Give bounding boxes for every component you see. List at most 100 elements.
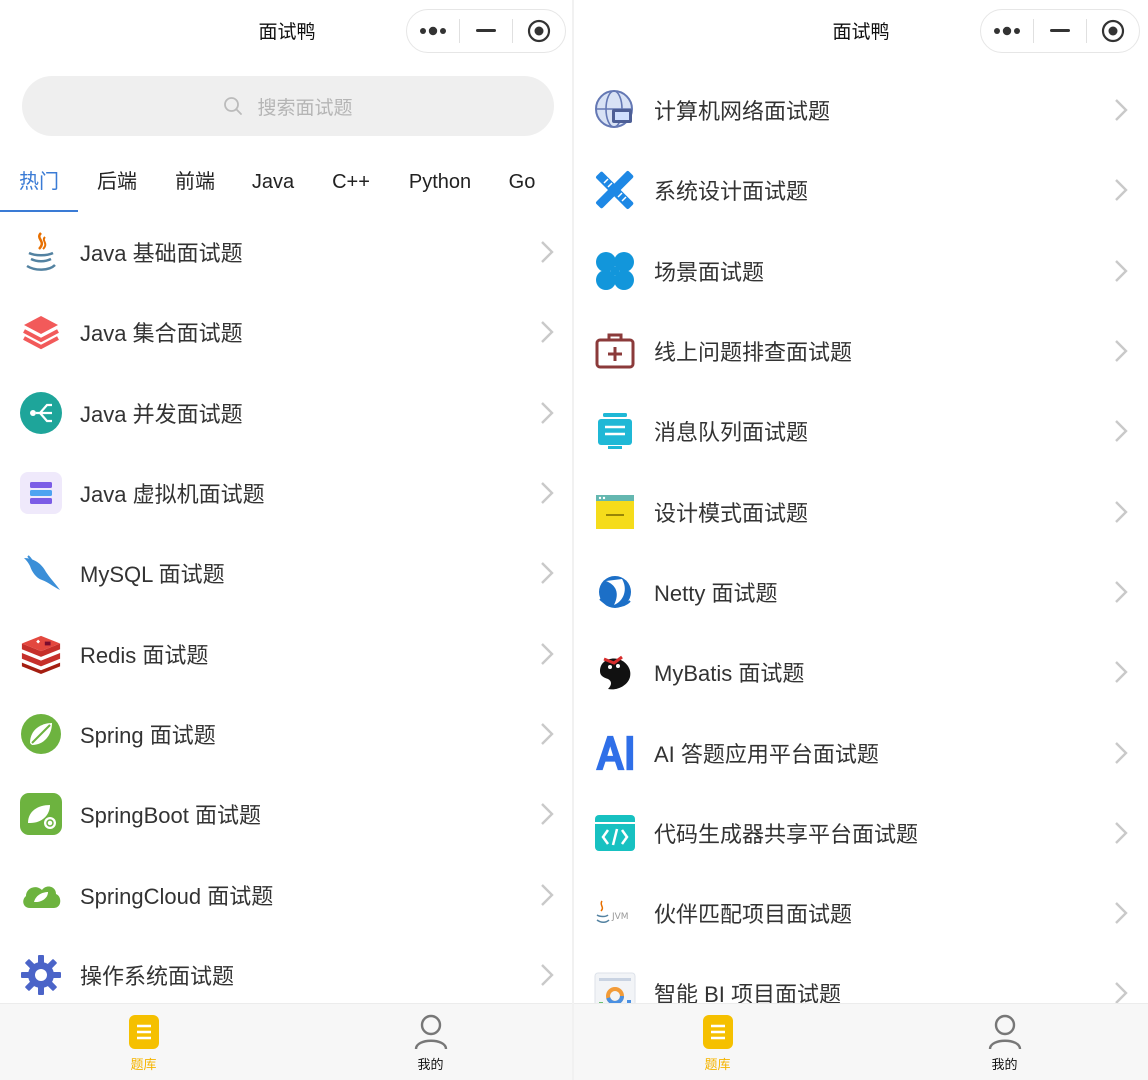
minimize-button[interactable] xyxy=(460,10,512,52)
server-icon xyxy=(20,472,62,515)
chevron-right-icon xyxy=(541,482,554,504)
user-icon xyxy=(414,1014,447,1050)
chevron-right-icon xyxy=(1115,99,1128,121)
list-item[interactable]: AI 答题应用平台面试题 xyxy=(574,712,1148,792)
redis-icon xyxy=(20,633,62,675)
list-item[interactable]: 计算机网络面试题 xyxy=(574,70,1148,150)
netty-icon xyxy=(594,571,636,613)
category-tabs: 热门 后端 前端 Java C++ Python Go xyxy=(0,160,574,212)
item-label: SpringCloud 面试题 xyxy=(80,883,274,909)
user-icon xyxy=(988,1014,1021,1050)
network-globe-icon xyxy=(594,89,636,131)
tabbar-question-bank[interactable]: 题库 xyxy=(0,1004,287,1080)
list-item[interactable]: Netty 面试题 xyxy=(574,552,1148,632)
message-queue-icon xyxy=(594,410,636,452)
bottom-tabbar: 题库 我的 xyxy=(0,1003,574,1080)
clover-icon xyxy=(594,250,636,292)
mini-program-capsule xyxy=(406,9,566,53)
branch-icon xyxy=(20,391,62,434)
minus-icon xyxy=(476,29,496,32)
bottom-tabbar: 题库 我的 xyxy=(574,1003,1148,1080)
tabbar-question-bank[interactable]: 题库 xyxy=(574,1004,861,1080)
question-bank-list: 计算机网络面试题 系统设计面试题 场景面试题 线上问题排查面试题 消息队列面试题… xyxy=(574,70,1148,1034)
list-item[interactable]: Java 并发面试题 xyxy=(0,373,574,453)
list-item[interactable]: 线上问题排查面试题 xyxy=(574,311,1148,391)
item-label: Redis 面试题 xyxy=(80,642,209,668)
chevron-right-icon xyxy=(541,401,554,424)
item-label: 操作系统面试题 xyxy=(80,963,235,989)
tabbar-mine[interactable]: 我的 xyxy=(287,1004,574,1080)
item-label: 计算机网络面试题 xyxy=(654,99,831,125)
list-item[interactable]: 场景面试题 xyxy=(574,231,1148,311)
item-label: 场景面试题 xyxy=(654,259,765,285)
java-cup-icon xyxy=(20,231,62,273)
list-item[interactable]: 系统设计面试题 xyxy=(574,150,1148,230)
ai-text-icon xyxy=(594,732,636,774)
chevron-right-icon xyxy=(541,723,554,745)
item-label: Spring 面试题 xyxy=(80,722,216,748)
list-item[interactable]: SpringCloud 面试题 xyxy=(0,854,574,934)
chevron-right-icon xyxy=(541,803,554,826)
java-jvm-icon: JVM xyxy=(594,892,636,934)
list-item[interactable]: MyBatis 面试题 xyxy=(574,632,1148,712)
chevron-right-icon xyxy=(1115,982,1128,1005)
item-label: Java 并发面试题 xyxy=(80,401,243,427)
chevron-right-icon xyxy=(541,321,554,344)
item-label: MyBatis 面试题 xyxy=(654,661,805,687)
tabbar-label: 我的 xyxy=(417,1057,444,1072)
more-button[interactable] xyxy=(981,10,1033,52)
list-item[interactable]: 代码生成器共享平台面试题 xyxy=(574,793,1148,873)
minimize-button[interactable] xyxy=(1034,10,1086,52)
tab-go[interactable]: Go xyxy=(490,160,554,212)
list-item[interactable]: Java 虚拟机面试题 xyxy=(0,453,574,533)
tabbar-mine[interactable]: 我的 xyxy=(861,1004,1148,1080)
list-item[interactable]: 消息队列面试题 xyxy=(574,391,1148,471)
right-screen: 面试鸭 计算机网络面试题 系统设计面试题 场景面试题 线上问题排查面试题 消息队… xyxy=(574,0,1148,1080)
list-item[interactable]: JVM 伙伴匹配项目面试题 xyxy=(574,873,1148,953)
chevron-right-icon xyxy=(541,241,554,263)
chevron-right-icon xyxy=(1115,179,1128,202)
tab-frontend[interactable]: 前端 xyxy=(156,160,234,212)
item-label: 系统设计面试题 xyxy=(654,179,809,205)
left-screen: 面试鸭 搜索面试题 热门 后端 前端 Java C++ Python Go Ja… xyxy=(0,0,574,1080)
chevron-right-icon xyxy=(1115,500,1128,523)
list-item[interactable]: Redis 面试题 xyxy=(0,613,574,693)
question-bank-icon xyxy=(128,1015,159,1049)
search-input[interactable]: 搜索面试题 xyxy=(22,76,554,136)
minus-icon xyxy=(1050,29,1070,32)
chevron-right-icon xyxy=(541,963,554,986)
chevron-right-icon xyxy=(1115,340,1128,362)
list-item[interactable]: Java 集合面试题 xyxy=(0,292,574,372)
design-tools-icon xyxy=(594,169,636,211)
tab-java[interactable]: Java xyxy=(234,160,312,212)
chevron-right-icon xyxy=(1115,821,1128,844)
list-item[interactable]: MySQL 面试题 xyxy=(0,533,574,613)
chevron-right-icon xyxy=(1115,741,1128,764)
chevron-right-icon xyxy=(541,883,554,906)
gear-icon xyxy=(20,954,62,996)
more-button[interactable] xyxy=(407,10,459,52)
tab-python[interactable]: Python xyxy=(390,160,490,212)
chevron-right-icon xyxy=(1115,581,1128,603)
list-item[interactable]: Java 基础面试题 xyxy=(0,212,574,292)
mybatis-bird-icon xyxy=(594,651,636,693)
item-label: 代码生成器共享平台面试题 xyxy=(654,821,919,847)
list-item[interactable]: 设计模式面试题 xyxy=(574,471,1148,551)
item-label: 伙伴匹配项目面试题 xyxy=(654,902,853,928)
chevron-right-icon xyxy=(1115,259,1128,282)
close-button[interactable] xyxy=(513,10,565,52)
tab-hot[interactable]: 热门 xyxy=(0,160,78,212)
code-window-icon xyxy=(594,812,636,854)
more-dots-icon xyxy=(994,26,1020,36)
tab-cpp[interactable]: C++ xyxy=(312,160,390,212)
chevron-right-icon xyxy=(541,562,554,585)
list-item[interactable]: Spring 面试题 xyxy=(0,694,574,774)
tabbar-label: 题库 xyxy=(130,1057,157,1072)
close-button[interactable] xyxy=(1087,10,1139,52)
search-icon xyxy=(224,97,243,115)
tab-backend[interactable]: 后端 xyxy=(78,160,156,212)
search-placeholder: 搜索面试题 xyxy=(257,97,353,119)
list-item[interactable]: SpringBoot 面试题 xyxy=(0,774,574,854)
item-label: 消息队列面试题 xyxy=(654,420,809,446)
chevron-right-icon xyxy=(1115,902,1128,924)
